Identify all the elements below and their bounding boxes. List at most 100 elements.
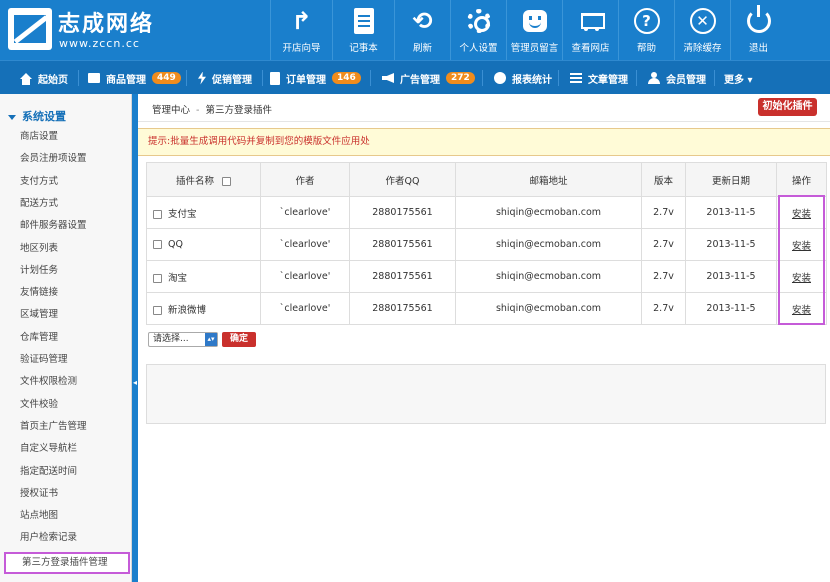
author-cell: `clearlove' [260,260,350,293]
nav-members[interactable]: 会员管理 [648,61,706,95]
install-link[interactable]: 安装 [792,305,811,316]
action-cell: 安装 [776,260,827,293]
help-icon: ? [633,7,661,35]
pie-chart-icon [494,72,506,84]
row-checkbox[interactable] [153,273,162,283]
logo-mark-icon [8,8,52,50]
caret-down-icon [8,114,16,120]
home-icon [20,73,32,85]
sidebar-item[interactable]: 区域管理 [0,304,131,326]
sidebar-item[interactable]: 指定配送时间 [0,461,131,483]
sidebar-item[interactable]: 授权证书 [0,483,131,505]
sidebar-item[interactable]: 计划任务 [0,260,131,282]
top-button-admin-message[interactable]: 管理员留言 [506,0,562,60]
row-checkbox[interactable] [153,305,162,315]
sidebar-item[interactable]: 验证码管理 [0,349,131,371]
sidebar-item[interactable]: 仓库管理 [0,327,131,349]
sidebar-item[interactable]: 第三方登录插件管理 [4,551,130,574]
nav-more[interactable]: 更多 ▾ [724,61,753,95]
nav-home[interactable]: 起始页 [20,61,68,95]
header-version: 版本 [641,162,686,197]
sidebar-item[interactable]: 邮件服务器设置 [0,215,131,237]
power-icon [745,5,773,35]
top-button-logout[interactable]: 退出 [730,0,786,60]
batch-select[interactable]: 请选择... ▴▾ [148,332,218,347]
install-link[interactable]: 安装 [792,241,811,252]
sidebar-item[interactable]: 友情链接 [0,282,131,304]
version-cell: 2.7v [641,196,686,229]
bolt-icon [198,71,206,85]
tip-message: 提示:批量生成调用代码并复制到您的模版文件应用处 [138,128,830,156]
share-arrow-icon: ↱ [291,7,312,35]
sidebar-item[interactable]: 文件权限检测 [0,371,131,393]
row-checkbox[interactable] [153,240,162,249]
logo[interactable]: 志成网络 www.zccn.cc [8,6,168,54]
author-cell: `clearlove' [260,228,350,261]
email-cell: shiqin@ecmoban.com [455,196,642,229]
qq-cell: 2880175561 [349,260,456,293]
select-all-checkbox[interactable] [222,176,231,186]
email-cell: shiqin@ecmoban.com [455,260,642,293]
nav-products[interactable]: 商品管理 449 [88,61,181,95]
sidebar-section-title[interactable]: 系统设置 [8,108,66,124]
table-row: QQ `clearlove' 2880175561 shiqin@ecmoban.co… [146,228,827,261]
author-cell: `clearlove' [260,292,350,325]
clear-icon: ✕ [689,7,717,35]
table-row: 淘宝 `clearlove' 2880175561 shiqin@ecmoban.co… [146,260,827,293]
nav-ads[interactable]: 广告管理 272 [382,61,475,95]
header: 志成网络 www.zccn.cc ↱ 开店向导 记事本 ⟲ 刷新 个人设置 管理… [0,0,830,60]
sidebar-item[interactable]: 支付方式 [0,171,131,193]
user-icon [648,72,660,84]
top-button-refresh[interactable]: ⟲ 刷新 [394,0,450,60]
refresh-icon: ⟲ [412,7,433,35]
sidebar-item[interactable]: 商店设置 [0,126,131,148]
plugin-name-cell: QQ [146,228,261,261]
sidebar-item[interactable]: 会员注册项设置 [0,148,131,170]
plugin-table: 插件名称 作者 作者QQ 邮箱地址 版本 更新日期 操作 支付宝 `clearlo… [146,162,827,325]
sidebar-item[interactable]: 自定义导航栏 [0,438,131,460]
nav-articles[interactable]: 文章管理 [570,61,628,95]
nav-orders[interactable]: 订单管理 146 [270,61,361,95]
date-cell: 2013-11-5 [685,228,777,261]
breadcrumb-root[interactable]: 管理中心 [152,105,190,116]
top-button-view-shop[interactable]: 查看网店 [562,0,618,60]
email-cell: shiqin@ecmoban.com [455,292,642,325]
header-action: 操作 [776,162,827,197]
sidebar-item[interactable]: 首页主广告管理 [0,416,131,438]
table-row: 新浪微博 `clearlove' 2880175561 shiqin@ecmoban.… [146,292,827,325]
gear-icon [465,7,493,35]
message-icon [521,7,549,35]
plugin-name-cell: 支付宝 [146,196,261,229]
install-link[interactable]: 安装 [792,273,811,284]
version-cell: 2.7v [641,260,686,293]
sidebar: 系统设置 商店设置 会员注册项设置 支付方式 配送方式 邮件服务器设置 地区列表 计划任务友… [0,94,132,582]
main-nav: 起始页 商品管理 449 促销管理 订单管理 146 广告管理 272 报表统计 文章… [0,60,830,94]
megaphone-icon [382,73,394,83]
breadcrumb: 管理中心 - 第三方登录插件 初始化插件 [138,94,830,122]
top-button-wizard[interactable]: ↱ 开店向导 [270,0,332,60]
top-button-clear-cache[interactable]: ✕ 清除缓存 [674,0,730,60]
table-header-row: 插件名称 作者 作者QQ 邮箱地址 版本 更新日期 操作 [146,162,827,197]
top-button-notebook[interactable]: 记事本 [332,0,394,60]
top-button-help[interactable]: ? 帮助 [618,0,674,60]
confirm-button[interactable]: 确定 [222,332,256,347]
date-cell: 2013-11-5 [685,292,777,325]
sidebar-item[interactable]: 用户检索记录 [0,527,131,549]
nav-reports[interactable]: 报表统计 [494,61,552,95]
table-row: 支付宝 `clearlove' 2880175561 shiqin@ecmoban.c… [146,196,827,229]
sidebar-item[interactable]: 站点地图 [0,505,131,527]
header-email: 邮箱地址 [455,162,642,197]
cart-icon [577,7,605,35]
nav-promotions[interactable]: 促销管理 [198,61,252,95]
plugin-name-cell: 淘宝 [146,260,261,293]
sidebar-item[interactable]: 文件校验 [0,394,131,416]
folder-icon [88,73,100,83]
top-button-settings[interactable]: 个人设置 [450,0,506,60]
version-cell: 2.7v [641,292,686,325]
sidebar-item[interactable]: 配送方式 [0,193,131,215]
sidebar-item[interactable]: 地区列表 [0,238,131,260]
init-plugins-button[interactable]: 初始化插件 [758,98,817,116]
row-checkbox[interactable] [153,209,162,219]
install-link[interactable]: 安装 [792,209,811,220]
qq-cell: 2880175561 [349,196,456,229]
